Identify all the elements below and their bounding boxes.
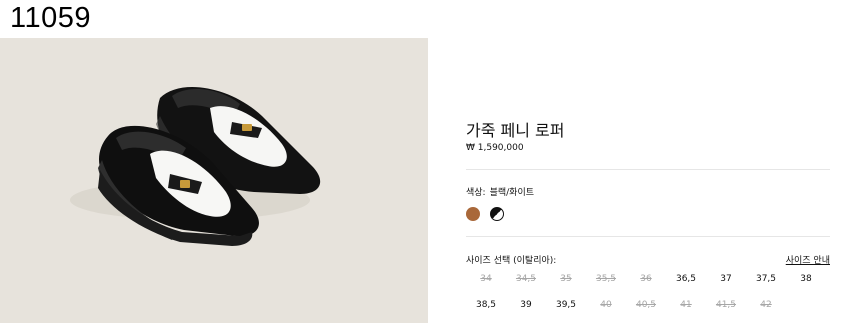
size-option-41-5[interactable]: 41,5 [706,297,746,313]
size-option-38-5[interactable]: 38,5 [466,297,506,313]
page-id-label: 11059 [10,2,91,34]
size-option-34[interactable]: 34 [466,271,506,287]
size-option-39-5[interactable]: 39,5 [546,297,586,313]
divider [466,169,830,170]
divider [466,236,830,237]
color-selected-value: 블랙/화이트 [489,188,535,198]
size-option-35-5[interactable]: 35,5 [586,271,626,287]
size-selection-heading: 사이즈 선택 (이탈리아): [466,256,557,266]
size-option-35[interactable]: 35 [546,271,586,287]
size-option-37[interactable]: 37 [706,271,746,287]
product-info-panel: 가죽 페니 로퍼 ₩ 1,590,000 색상: 블랙/화이트 사이즈 선택 (이… [466,0,832,323]
product-title: 가죽 페니 로퍼 [466,121,565,140]
size-option-40[interactable]: 40 [586,297,626,313]
size-option-34-5[interactable]: 34,5 [506,271,546,287]
size-option-36-5[interactable]: 36,5 [666,271,706,287]
color-selection-label: 색상: 블랙/화이트 [466,185,534,198]
size-option-39[interactable]: 39 [506,297,546,313]
product-image[interactable] [0,38,428,323]
size-option-41[interactable]: 41 [666,297,706,313]
loafer-pair-illustration [70,86,321,246]
product-price: ₩ 1,590,000 [466,143,524,153]
size-option-38[interactable]: 38 [786,271,826,287]
size-option-40-5[interactable]: 40,5 [626,297,666,313]
color-label: 색상: [466,188,486,198]
color-swatch-brown[interactable] [466,207,480,221]
size-option-42[interactable]: 42 [746,297,786,313]
size-option-37-5[interactable]: 37,5 [746,271,786,287]
size-options-grid: 34 34,5 35 35,5 36 36,5 37 37,5 38 38,5 39 39,5 40 40… [466,271,826,313]
color-swatch-black-white[interactable] [490,207,504,221]
size-guide-link[interactable]: 사이즈 안내 [786,253,830,266]
size-option-36[interactable]: 36 [626,271,666,287]
